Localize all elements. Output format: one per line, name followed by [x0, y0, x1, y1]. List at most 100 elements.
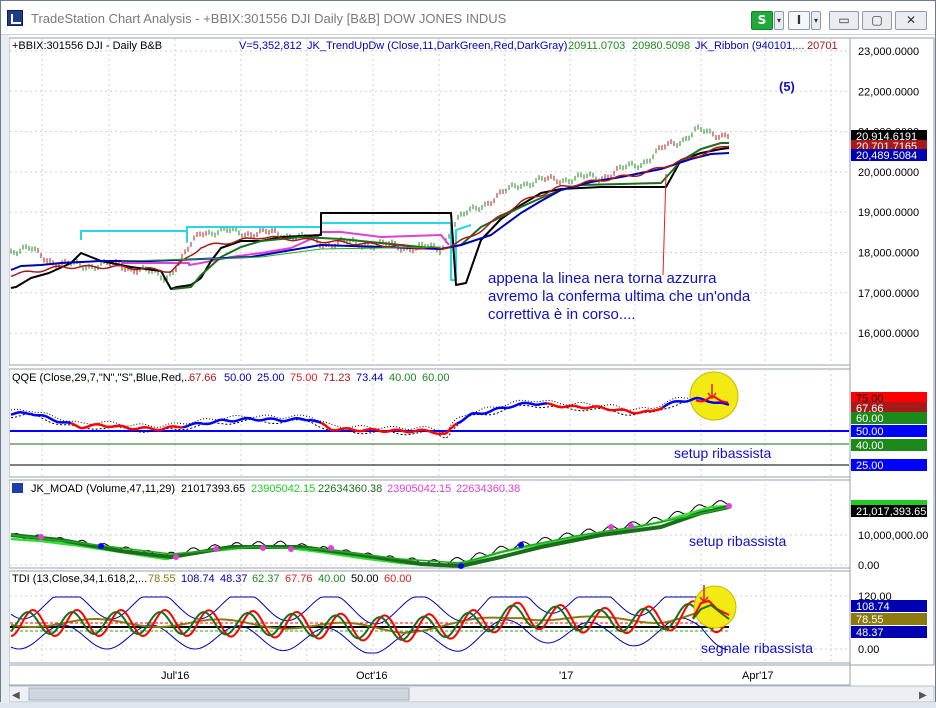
qqe-value-4: 75.00 — [290, 372, 318, 384]
close-window-button[interactable]: ✕ — [895, 11, 927, 30]
ribbon-label: JK_Ribbon (940101,... — [695, 40, 804, 52]
tdi-value-boxes: 108.7478.5548.37 — [851, 600, 927, 639]
moad-cross-dot — [518, 542, 524, 548]
time-axis-label: Apr'17 — [742, 670, 773, 682]
moad-value-boxes: 21,017,393.65 — [851, 500, 927, 518]
moad-cross-dot — [628, 523, 634, 529]
indicator-dropdown-chevron-icon[interactable]: ▾ — [811, 11, 821, 30]
elliott-wave-5-label: (5) — [779, 79, 795, 94]
tdi-name: TDI (13,Close,34,1.618,2,... — [12, 573, 147, 585]
moad-cross-dot — [328, 545, 334, 551]
time-axis-label: Oct'16 — [356, 670, 387, 682]
tradestation-app-icon — [7, 10, 23, 26]
moad-cross-dot — [213, 546, 219, 552]
qqe-value-box: 25.00 — [856, 460, 884, 472]
tdi-value-box: 78.55 — [856, 614, 884, 626]
trading-chart-window: TradeStation Chart Analysis - +BBIX:3015… — [0, 0, 936, 703]
price-tick-label: 20,000.0000 — [858, 167, 919, 179]
volume-label: V=5,352,812 — [239, 40, 302, 52]
tdi-value-7: 50.00 — [351, 573, 379, 585]
window-title: TradeStation Chart Analysis - +BBIX:3015… — [31, 11, 507, 26]
price-panel-header: +BBIX:301556 DJI - Daily B&B V=5,352,812… — [12, 40, 838, 52]
moad-cross-dot — [173, 554, 179, 560]
scroll-right-arrow-icon[interactable]: ▶ — [919, 690, 927, 701]
price-tick-label: 17,000.0000 — [858, 288, 919, 300]
annotation-line-3: correttiva è in corso.... — [488, 306, 636, 323]
qqe-value-box: 50.00 — [856, 426, 884, 438]
qqe-value-box: 40.00 — [856, 440, 884, 452]
tdi-tick-label: 0.00 — [858, 644, 879, 656]
time-axis[interactable] — [8, 664, 851, 686]
moad-cross-dot — [38, 534, 44, 540]
strategy-s-button[interactable]: S — [751, 11, 773, 30]
chart-area[interactable]: ◀ ▶ +BBIX:301556 DJI - Daily B&B V=5,352… — [1, 35, 935, 703]
left-border — [1, 35, 9, 703]
annotation-line-2: avremo la conferma ultima che un'onda — [488, 288, 751, 305]
price-tick-label: 22,000.0000 — [858, 86, 919, 98]
moad-cross-dot — [98, 543, 104, 549]
tdi-value-3: 48.37 — [220, 573, 248, 585]
trendupdw-label: JK_TrendUpDw (Close,11,DarkGreen,Red,Dar… — [307, 40, 567, 52]
moad-tick-label: 10,000,000.00 — [858, 530, 928, 542]
moad-value-1: 21017393.65 — [181, 483, 245, 495]
moad-tick-label: 0.00 — [858, 560, 879, 572]
qqe-value-2: 50.00 — [224, 372, 252, 384]
qqe-name: QQE (Close,29,7,"N","S",Blue,Red,... — [12, 372, 193, 384]
price-tick-label: 19,000.0000 — [858, 207, 919, 219]
scrollbar-thumb[interactable] — [28, 687, 410, 701]
moad-value-box: 21,017,393.65 — [856, 506, 926, 518]
moad-cross-dot — [260, 545, 266, 551]
tdi-value-box: 48.37 — [856, 627, 884, 639]
qqe-value-boxes: 75.0067.6660.0050.0040.0025.00 — [851, 392, 927, 472]
qqe-value-3: 25.00 — [257, 372, 285, 384]
ribbon-value: 20701 — [807, 40, 838, 52]
tdi-value-6: 40.00 — [318, 573, 346, 585]
price-tick-label: 23,000.0000 — [858, 46, 919, 58]
tdi-value-8: 60.00 — [384, 573, 412, 585]
moad-cross-dot — [458, 563, 464, 569]
qqe-value-7: 40.00 — [389, 372, 417, 384]
moad-icon — [12, 483, 23, 493]
moad-name: JK_MOAD (Volume,47,11,29) — [31, 483, 175, 495]
price-tick-label: 18,000.0000 — [858, 248, 919, 260]
qqe-value-box: 60.00 — [856, 413, 884, 425]
trend-value-2: 20980.5098 — [632, 40, 690, 52]
moad-cross-dot — [288, 546, 294, 552]
symbol-label: +BBIX:301556 DJI - Daily B&B — [12, 40, 162, 52]
qqe-value-8: 60.00 — [422, 372, 450, 384]
price-value-box: 20,489.5084 — [856, 150, 917, 162]
strategy-dropdown-chevron-icon[interactable]: ▾ — [774, 11, 784, 30]
moad-header: JK_MOAD (Volume,47,11,29) 21017393.65 23… — [31, 483, 520, 495]
tdi-value-4: 62.37 — [252, 573, 280, 585]
moad-value-4: 23905042.15 — [387, 483, 451, 495]
price-panel[interactable] — [8, 37, 851, 366]
time-axis-label: '17 — [559, 670, 573, 682]
tdi-annotation: segnale ribassista — [701, 640, 813, 656]
moad-annotation: setup ribassista — [689, 533, 786, 549]
qqe-annotation: setup ribassista — [674, 445, 771, 461]
scroll-left-arrow-icon[interactable]: ◀ — [12, 690, 20, 701]
qqe-value-1: 67.66 — [189, 372, 217, 384]
time-axis-label: Jul'16 — [161, 670, 189, 682]
price-value-boxes: 20,914.619120,701.716520,489.5084 — [851, 130, 927, 162]
maximize-button[interactable]: ▢ — [862, 11, 892, 30]
moad-cross-dot — [608, 524, 614, 530]
tdi-value-2: 108.74 — [181, 573, 215, 585]
tdi-header: TDI (13,Close,34,1.618,2,... 78.55 108.7… — [12, 573, 412, 585]
qqe-value-5: 71.23 — [323, 372, 351, 384]
title-bar[interactable]: TradeStation Chart Analysis - +BBIX:3015… — [1, 1, 935, 35]
moad-value-5: 22634360.38 — [456, 483, 520, 495]
qqe-value-6: 73.44 — [356, 372, 384, 384]
minimize-button[interactable]: ▭ — [829, 11, 859, 30]
price-tick-label: 16,000.0000 — [858, 328, 919, 340]
chart-canvas[interactable]: ◀ ▶ +BBIX:301556 DJI - Daily B&B V=5,352… — [1, 35, 935, 703]
tdi-value-1: 78.55 — [148, 573, 176, 585]
annotation-line-1: appena la linea nera torna azzurra — [488, 270, 717, 287]
moad-value-2: 23905042.15 — [251, 483, 315, 495]
indicator-i-button[interactable]: I — [788, 11, 810, 30]
moad-cross-dot — [726, 503, 732, 509]
trend-value-1: 20911.0703 — [568, 40, 625, 52]
tdi-value-5: 67.76 — [285, 573, 313, 585]
tdi-value-box: 108.74 — [856, 601, 890, 613]
moad-value-3: 22634360.38 — [318, 483, 382, 495]
